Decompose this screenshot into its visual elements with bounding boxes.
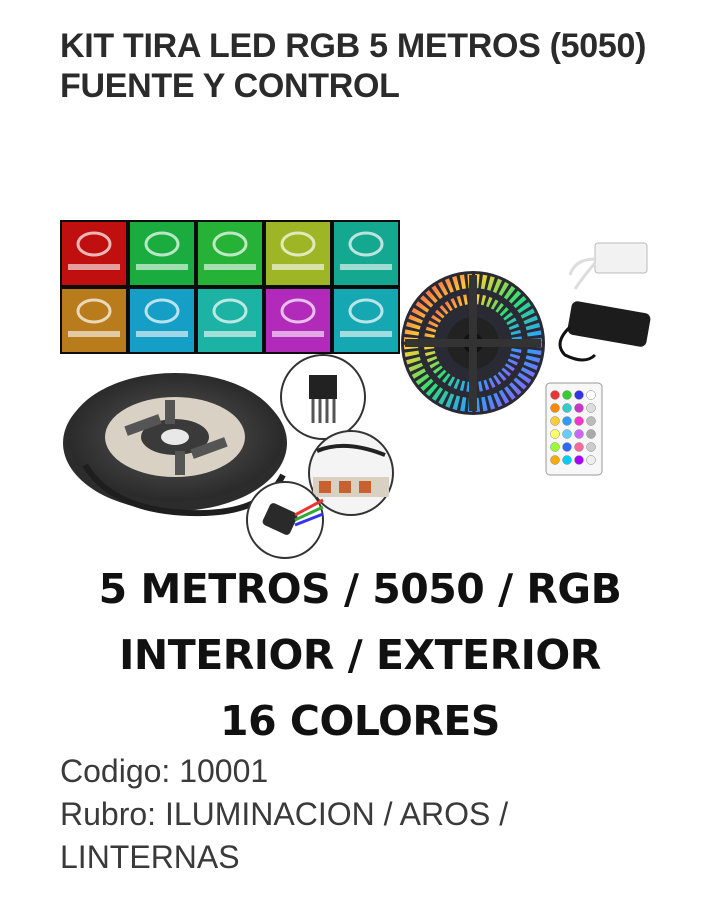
remote-key xyxy=(586,390,596,400)
product-category: Rubro: ILUMINACION / AROS / LINTERNAS xyxy=(60,796,509,875)
remote-key xyxy=(574,390,584,400)
remote-key xyxy=(550,455,560,465)
remote-key xyxy=(550,403,560,413)
remote-key xyxy=(562,442,572,452)
swatch-strip-icon xyxy=(340,331,392,337)
spec-line-length: 5 METROS / 5050 / RGB xyxy=(98,565,622,613)
spec-line-colors: 16 COLORES xyxy=(220,697,500,745)
product-code: Codigo: 10001 xyxy=(60,753,269,789)
remote-key xyxy=(586,442,596,452)
swatch-strip-icon xyxy=(68,264,120,270)
remote-key xyxy=(586,429,596,439)
remote-key xyxy=(574,403,584,413)
remote-key xyxy=(562,429,572,439)
product-title: KIT TIRA LED RGB 5 METROS (5050) FUENTE … xyxy=(60,27,647,105)
swatch-strip-icon xyxy=(68,331,120,337)
plug-detail xyxy=(246,481,324,559)
led-reel-large xyxy=(63,373,287,517)
remote-key xyxy=(586,416,596,426)
swatch-strip-icon xyxy=(136,331,188,337)
spec-line-environment: INTERIOR / EXTERIOR xyxy=(119,631,601,679)
swatch-strip-icon xyxy=(136,264,188,270)
product-meta: Codigo: 10001 Rubro: ILUMINACION / AROS … xyxy=(60,750,680,879)
remote-key xyxy=(562,403,572,413)
swatch-strip-icon xyxy=(204,331,256,337)
remote-key xyxy=(550,416,560,426)
remote-key xyxy=(562,416,572,426)
swatch-strip-icon xyxy=(204,264,256,270)
remote-key xyxy=(586,403,596,413)
power-adapter xyxy=(558,301,651,362)
controller-box xyxy=(568,242,648,290)
remote-key xyxy=(574,429,584,439)
remote-key xyxy=(574,442,584,452)
color-swatch-grid xyxy=(60,220,400,354)
remote-key xyxy=(574,416,584,426)
spec-text-block: 5 METROS / 5050 / RGB INTERIOR / EXTERIO… xyxy=(55,556,665,754)
swatch-strip-icon xyxy=(272,331,324,337)
remote-key xyxy=(550,442,560,452)
swatch-strip-icon xyxy=(340,264,392,270)
led-reel-rgb xyxy=(401,271,545,415)
remote-key xyxy=(550,429,560,439)
remote-key xyxy=(586,455,596,465)
connector-detail xyxy=(280,354,366,440)
remote-key xyxy=(562,455,572,465)
swatch-strip-icon xyxy=(272,264,324,270)
remote-key xyxy=(574,455,584,465)
remote-control xyxy=(545,382,603,476)
remote-key xyxy=(550,390,560,400)
remote-key xyxy=(562,390,572,400)
